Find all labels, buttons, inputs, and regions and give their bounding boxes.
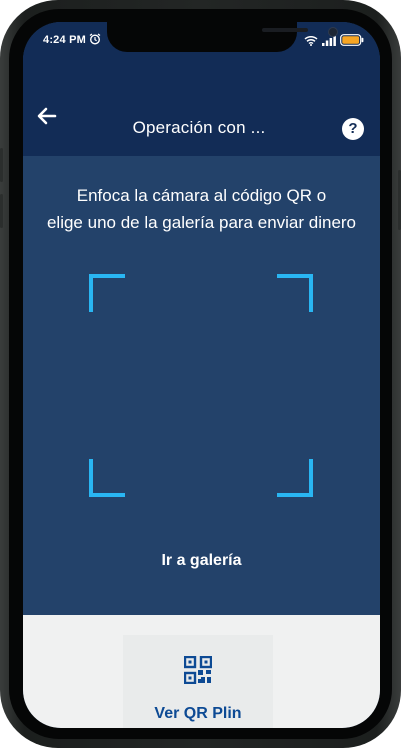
alarm-icon [89,32,101,50]
app-header [23,58,380,156]
qr-button-label: Ver QR Plin [154,705,242,722]
scanner-corner-bottom-left [89,459,125,497]
page-title: Operación con ... [132,118,266,137]
view-qr-plin-button[interactable]: Ver QR Plin [123,635,273,728]
go-to-gallery-link[interactable]: Ir a galería [23,552,380,570]
qr-code-icon [183,655,213,689]
phone-frame: 4:24 PM Operación con ... ? Enfoca la cá… [0,0,401,748]
help-icon[interactable]: ? [342,118,364,140]
speaker-grille [262,28,308,32]
status-time: 4:24 PM [43,34,86,46]
front-camera [328,27,338,37]
scanner-corner-top-left [89,274,125,312]
phone-screen: 4:24 PM Operación con ... ? Enfoca la cá… [23,22,380,728]
wifi-icon [304,33,318,51]
instruction-line-1: Enfoca la cámara al código QR o [76,186,327,205]
battery-icon [340,33,364,51]
volume-down-button [0,194,3,228]
scanner-corner-bottom-right [277,459,313,497]
scan-instructions: Enfoca la cámara al código QR o elige un… [23,182,380,236]
notch [107,22,338,52]
back-arrow-icon[interactable] [35,104,59,133]
scanner-corner-top-right [277,274,313,312]
instruction-line-2: elige uno de la galería para enviar dine… [46,213,357,232]
bottom-panel: Ver QR Plin [23,615,380,728]
volume-up-button [0,148,3,182]
